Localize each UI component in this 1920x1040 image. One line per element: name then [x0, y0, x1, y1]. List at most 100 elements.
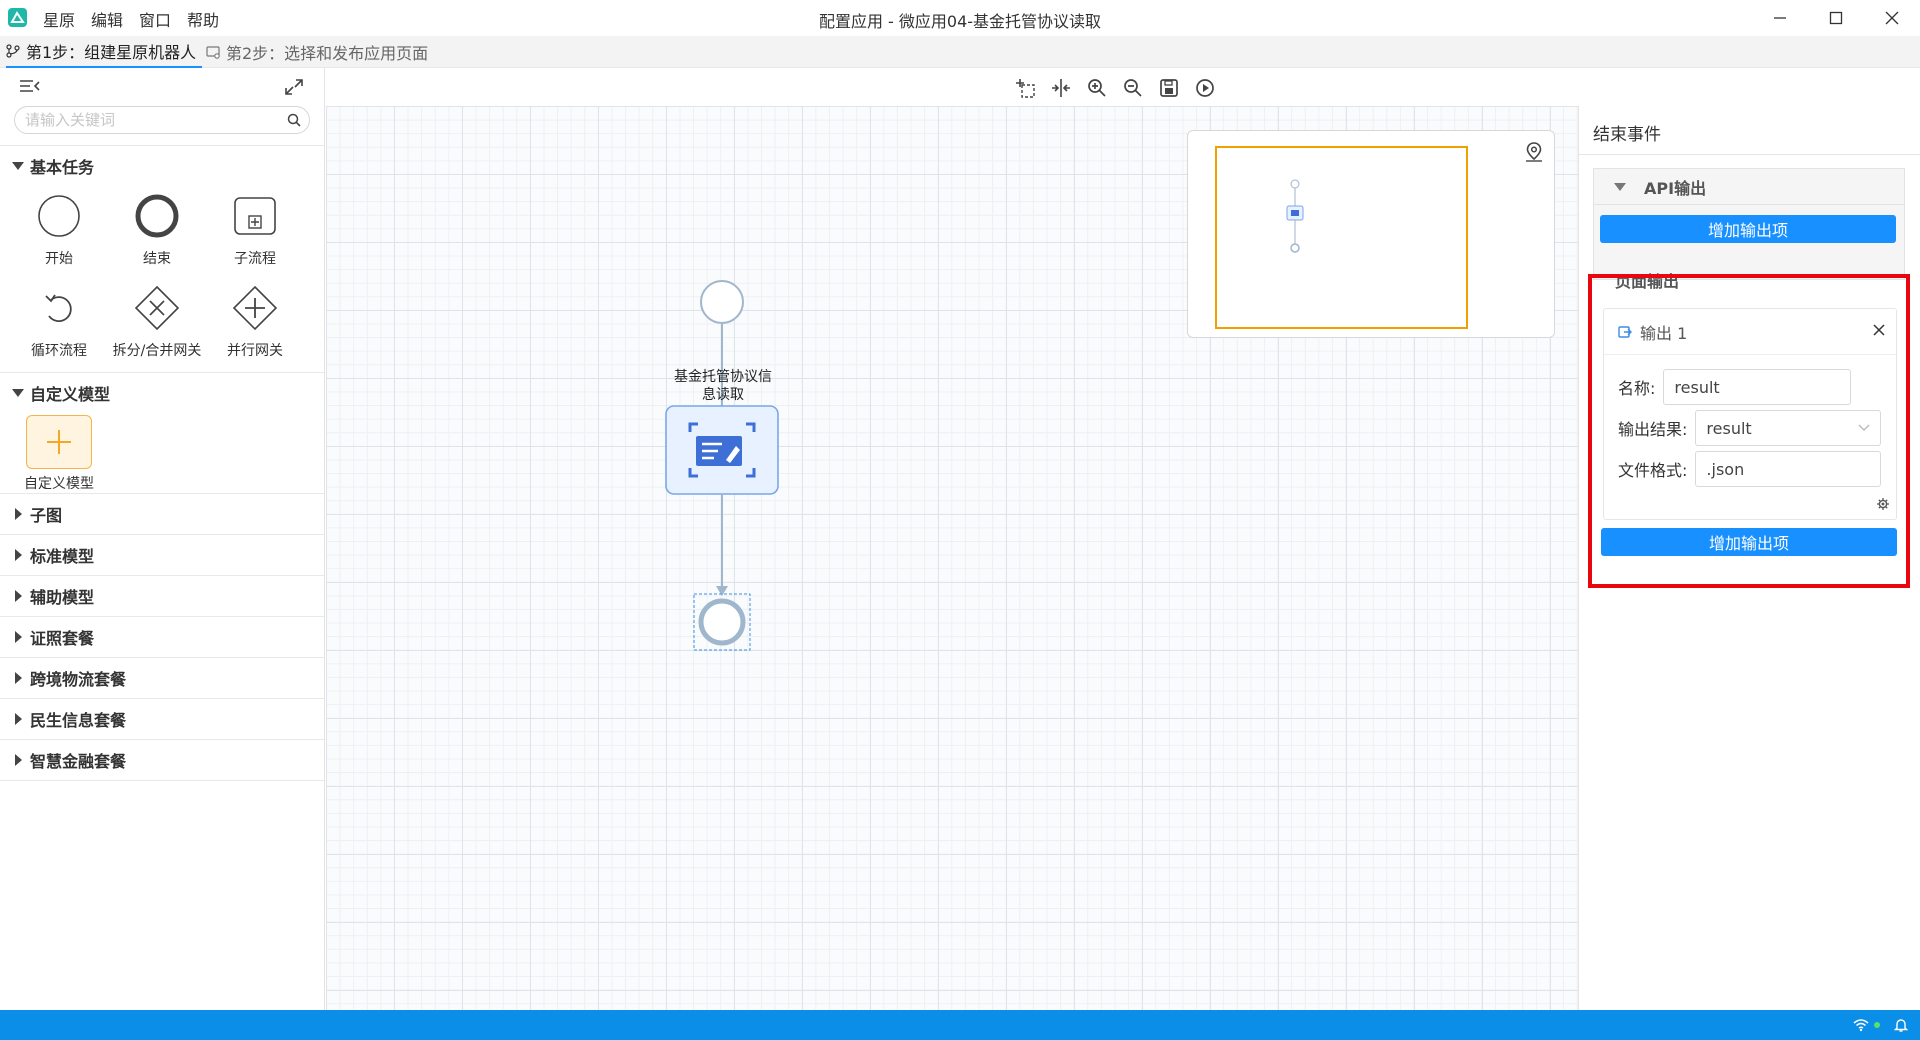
maximize-button[interactable]: [1808, 0, 1864, 36]
section-auxiliary-models: 辅助模型: [0, 576, 324, 617]
caret-right-icon: [15, 672, 22, 684]
section-header-license-package[interactable]: 证照套餐: [0, 617, 324, 657]
tab-step-2[interactable]: 第2步：选择和发布应用页面: [206, 36, 428, 68]
play-icon: [1196, 79, 1214, 97]
task-node-label: 基金托管协议信 息读取: [674, 369, 772, 403]
window-title: 配置应用 - 微应用04-基金托管协议读取: [818, 12, 1102, 31]
menu-item-edit[interactable]: 编辑: [91, 7, 123, 31]
caret-down-icon: [12, 389, 24, 397]
window-controls: [1752, 0, 1920, 36]
maximize-icon: [1829, 11, 1843, 25]
fullscreen-icon[interactable]: [284, 78, 304, 96]
caret-right-icon: [15, 631, 22, 643]
section-custom-models: 自定义模型 自定义模型: [0, 373, 324, 494]
section-license-package: 证照套餐: [0, 617, 324, 658]
step-2-label: 第2步：选择和发布应用页面: [226, 44, 429, 63]
exclusive-gateway-icon: [133, 284, 181, 332]
section-finance-package: 智慧金融套餐: [0, 740, 324, 781]
align-tool-button[interactable]: [1046, 76, 1076, 100]
save-button[interactable]: [1154, 76, 1184, 100]
start-event-icon: [35, 192, 83, 240]
minimize-button[interactable]: [1752, 0, 1808, 36]
online-status-dot: [1874, 1022, 1880, 1028]
caret-right-icon: [15, 508, 22, 520]
zoom-out-icon: [1124, 79, 1142, 97]
app-logo-icon: [8, 8, 27, 27]
tool-exclusive-gateway[interactable]: 拆分/合并网关: [108, 278, 206, 370]
search-box: [14, 106, 310, 134]
left-panel: 基本任务 开始 结束 子流程: [0, 68, 325, 1010]
caret-down-icon: [1614, 182, 1626, 191]
tool-parallel-gateway[interactable]: 并行网关: [206, 278, 304, 370]
section-header-livelihood-package[interactable]: 民生信息套餐: [0, 699, 324, 739]
section-header-custom-models[interactable]: 自定义模型: [0, 373, 324, 413]
api-output-section: API输出 增加输出项: [1593, 168, 1905, 280]
section-header-basic-tasks[interactable]: 基本任务: [0, 146, 324, 186]
wifi-icon: [1853, 1019, 1869, 1032]
marquee-select-icon: [1016, 79, 1035, 98]
menu-item-window[interactable]: 窗口: [139, 7, 171, 31]
panel-title: 结束事件: [1593, 125, 1661, 145]
caret-right-icon: [15, 549, 22, 561]
title-bar: 星原 编辑 窗口 帮助 配置应用 - 微应用04-基金托管协议读取: [0, 0, 1920, 36]
search-input[interactable]: [25, 107, 275, 133]
tool-loop[interactable]: 循环流程: [10, 278, 108, 370]
section-header-standard-models[interactable]: 标准模型: [0, 535, 324, 575]
section-basic-tasks: 基本任务 开始 结束 子流程 循环流程 拆分/合并网关 并行网关: [0, 146, 324, 373]
tool-custom-model[interactable]: 自定义模型: [10, 413, 108, 493]
tool-start-event[interactable]: 开始: [10, 186, 108, 278]
parallel-gateway-icon: [231, 284, 279, 332]
section-header-subgraph[interactable]: 子图: [0, 494, 324, 534]
caret-down-icon: [12, 162, 24, 170]
highlight-annotation: [1588, 274, 1910, 588]
tool-end-event[interactable]: 结束: [108, 186, 206, 278]
subprocess-icon: [231, 192, 279, 240]
caret-right-icon: [15, 754, 22, 766]
select-tool-button[interactable]: [1010, 76, 1040, 100]
zoom-out-button[interactable]: [1118, 76, 1148, 100]
api-output-header[interactable]: API输出: [1594, 169, 1904, 205]
section-livelihood-package: 民生信息套餐: [0, 699, 324, 740]
zoom-in-button[interactable]: [1082, 76, 1112, 100]
minimap-viewport[interactable]: [1215, 146, 1468, 329]
section-header-auxiliary-models[interactable]: 辅助模型: [0, 576, 324, 616]
minimize-icon: [1774, 17, 1786, 19]
caret-right-icon: [15, 590, 22, 602]
step-1-label: 第1步：组建星原机器人: [26, 43, 197, 62]
close-icon: [1885, 11, 1899, 25]
run-button[interactable]: [1190, 76, 1220, 100]
canvas-toolbar: [1010, 76, 1226, 100]
save-icon: [1160, 79, 1178, 97]
menu-bar: 星原 编辑 窗口 帮助: [43, 7, 235, 31]
section-standard-models: 标准模型: [0, 535, 324, 576]
end-event-node[interactable]: [698, 598, 746, 646]
add-api-output-button[interactable]: 增加输出项: [1600, 215, 1896, 243]
loop-icon: [35, 284, 83, 332]
section-subgraph: 子图: [0, 494, 324, 535]
section-logistics-package: 跨境物流套餐: [0, 658, 324, 699]
start-event-node[interactable]: [700, 280, 744, 324]
tool-subprocess[interactable]: 子流程: [206, 186, 304, 278]
status-icons: [1852, 1017, 1908, 1033]
menu-item-help[interactable]: 帮助: [187, 7, 219, 31]
align-icon: [1052, 79, 1070, 97]
section-header-finance-package[interactable]: 智慧金融套餐: [0, 740, 324, 780]
menu-item-xingyuan[interactable]: 星原: [43, 7, 75, 31]
zoom-in-icon: [1088, 79, 1106, 97]
minimap-preview: [1286, 179, 1304, 253]
minimap[interactable]: [1187, 130, 1555, 338]
steps-bar: 第1步：组建星原机器人 第2步：选择和发布应用页面: [0, 36, 1920, 68]
tab-step-1[interactable]: 第1步：组建星原机器人: [6, 36, 203, 68]
status-bar: [0, 1010, 1920, 1040]
collapse-panel-icon[interactable]: [19, 78, 41, 94]
search-icon[interactable]: [287, 113, 301, 127]
plus-icon: [26, 415, 92, 469]
page-icon: [206, 46, 220, 59]
bell-icon[interactable]: [1894, 1017, 1908, 1033]
section-header-logistics-package[interactable]: 跨境物流套餐: [0, 658, 324, 698]
close-window-button[interactable]: [1864, 0, 1920, 36]
basic-task-grid: 开始 结束 子流程 循环流程 拆分/合并网关 并行网关: [0, 186, 324, 372]
end-event-icon: [133, 192, 181, 240]
location-pin-icon[interactable]: [1524, 141, 1544, 163]
branch-icon: [6, 44, 20, 58]
